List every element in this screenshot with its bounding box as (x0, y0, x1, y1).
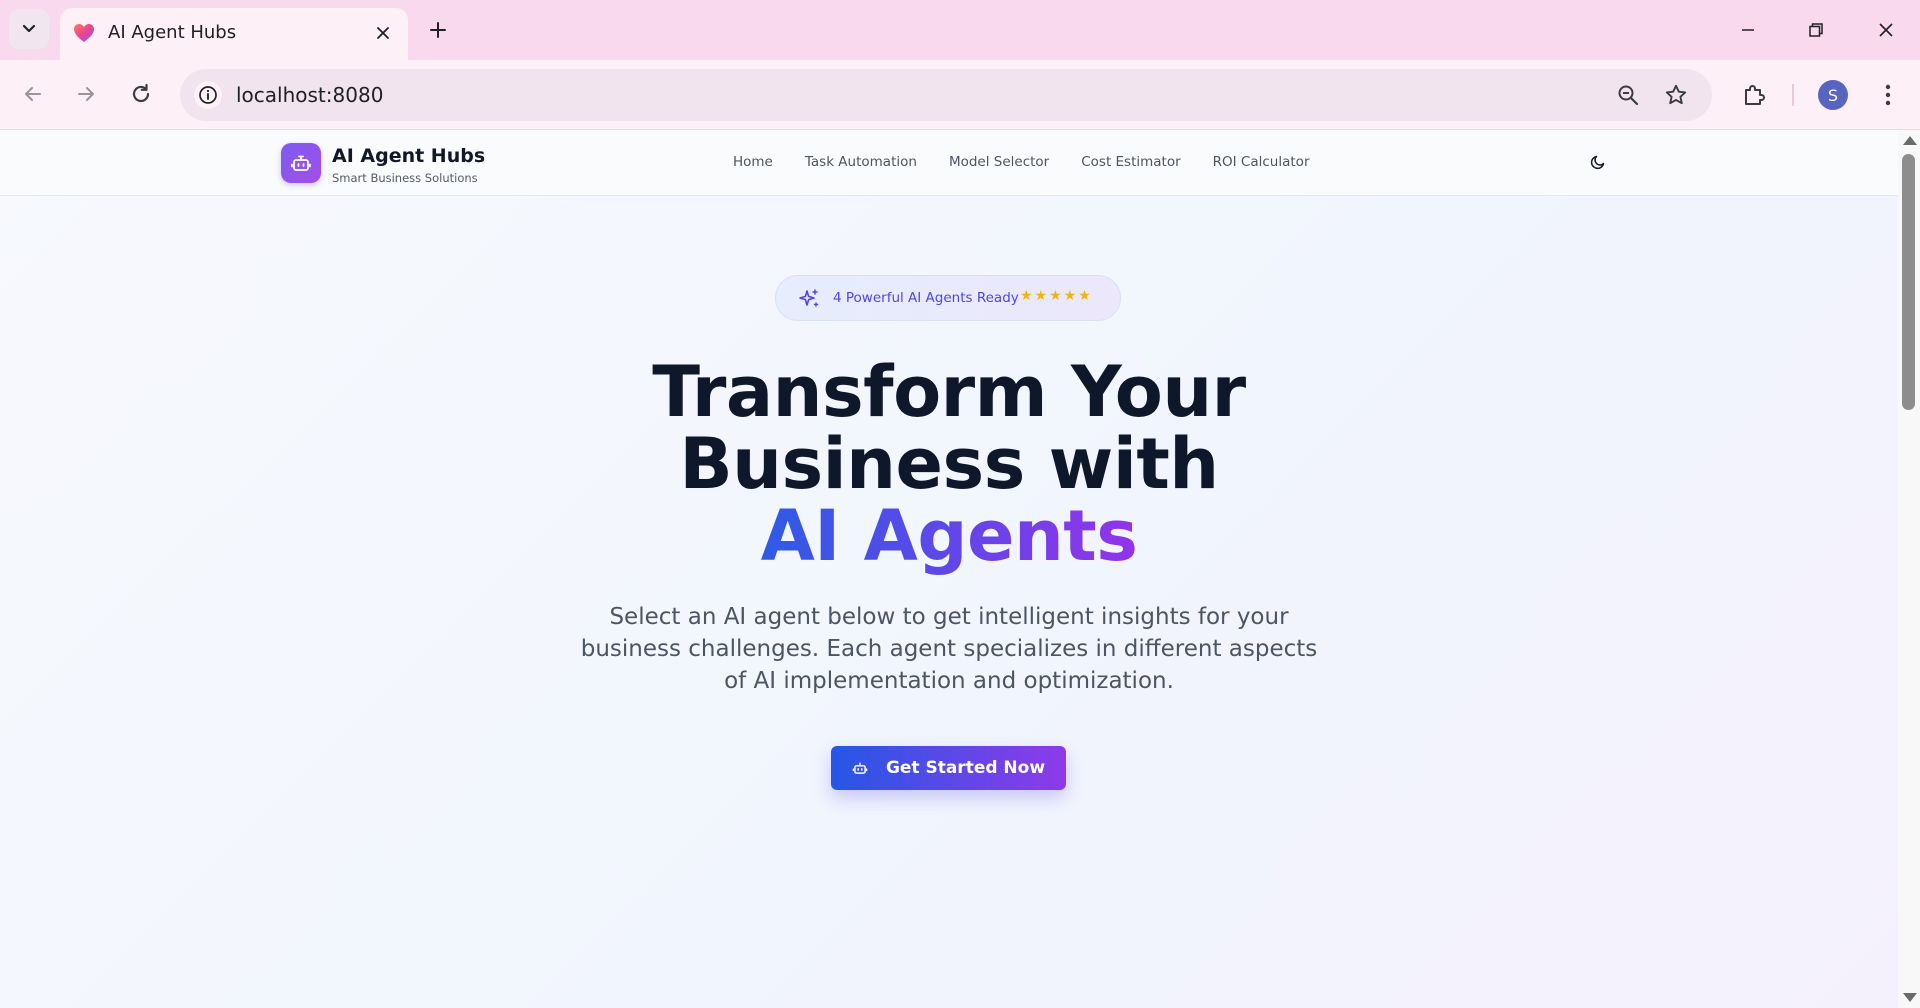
site-header: AI Agent Hubs Smart Business Solutions H… (0, 130, 1898, 196)
reload-icon (132, 83, 150, 103)
page-scrollbar[interactable] (1898, 130, 1920, 1008)
forward-button[interactable] (66, 74, 106, 114)
hero-headline: Transform Your Business with AI Agents (449, 356, 1449, 572)
minimize-window-button[interactable] (1720, 8, 1776, 52)
nav-link-home[interactable]: Home (733, 154, 773, 170)
toolbar-divider (1792, 84, 1794, 106)
site-logo[interactable] (281, 143, 321, 183)
zoom-out-icon (1618, 85, 1639, 106)
agents-ready-badge: 4 Powerful AI Agents Ready ★★★★★ (775, 275, 1121, 321)
more-vertical-icon (1885, 84, 1891, 106)
url-text[interactable]: localhost:8080 (236, 83, 383, 107)
zoom-button[interactable] (1614, 81, 1642, 109)
bot-icon (852, 762, 868, 774)
plus-icon (430, 22, 446, 38)
minimize-icon (1742, 29, 1754, 31)
browser-menu-button[interactable] (1870, 77, 1906, 113)
nav-link-task-automation[interactable]: Task Automation (805, 154, 917, 170)
reload-button[interactable] (121, 74, 161, 114)
page-viewport: AI Agent Hubs Smart Business Solutions H… (0, 130, 1898, 1008)
nav-link-roi-calculator[interactable]: ROI Calculator (1213, 154, 1310, 170)
rating-stars: ★★★★★ (1020, 288, 1093, 304)
headline-highlight: AI Agents (760, 495, 1138, 577)
get-started-label: Get Started Now (885, 758, 1046, 778)
close-icon (1879, 23, 1893, 37)
scrollbar-thumb[interactable] (1902, 154, 1915, 410)
get-started-button[interactable]: Get Started Now (831, 746, 1066, 790)
site-nav: Home Task Automation Model Selector Cost… (733, 154, 1342, 170)
arrow-right-icon (78, 87, 94, 101)
theme-toggle-button[interactable] (1586, 150, 1610, 174)
site-info-button[interactable] (194, 81, 222, 109)
restore-icon (1809, 23, 1823, 37)
tab-title: AI Agent Hubs (108, 22, 237, 43)
moon-icon (1590, 155, 1605, 170)
extensions-button[interactable] (1736, 77, 1772, 113)
chevron-down-icon (22, 24, 36, 33)
restore-window-button[interactable] (1788, 8, 1844, 52)
arrow-left-icon (25, 87, 41, 101)
brand-name[interactable]: AI Agent Hubs (332, 145, 485, 167)
browser-toolbar: localhost:8080 S (0, 60, 1920, 130)
close-icon (377, 27, 389, 39)
nav-link-model-selector[interactable]: Model Selector (949, 154, 1049, 170)
puzzle-icon (1745, 85, 1765, 105)
nav-link-cost-estimator[interactable]: Cost Estimator (1081, 154, 1180, 170)
scroll-down-arrow[interactable] (1903, 993, 1917, 1002)
star-outline-icon (1665, 84, 1687, 105)
headline-line-1: Transform Your (652, 351, 1246, 433)
browser-tab-active[interactable]: AI Agent Hubs (60, 8, 408, 60)
info-icon (199, 86, 217, 104)
address-bar[interactable]: localhost:8080 (180, 69, 1712, 121)
headline-line-2: Business with (679, 423, 1219, 505)
back-button[interactable] (13, 74, 53, 114)
tab-search-button[interactable] (9, 9, 49, 49)
profile-avatar[interactable]: S (1818, 80, 1848, 110)
close-tab-button[interactable] (370, 20, 396, 46)
brand-tagline: Smart Business Solutions (332, 171, 478, 185)
favicon-icon (74, 24, 94, 42)
bot-icon (291, 155, 311, 171)
bookmark-button[interactable] (1662, 81, 1690, 109)
browser-tab-strip: AI Agent Hubs (0, 0, 1920, 60)
new-tab-button[interactable] (420, 12, 456, 48)
hero-subtitle: Select an AI agent below to get intellig… (580, 604, 1318, 694)
close-window-button[interactable] (1858, 8, 1914, 52)
sparkles-icon (799, 289, 819, 307)
scroll-up-arrow[interactable] (1903, 136, 1917, 145)
badge-text: 4 Powerful AI Agents Ready (833, 290, 1019, 306)
